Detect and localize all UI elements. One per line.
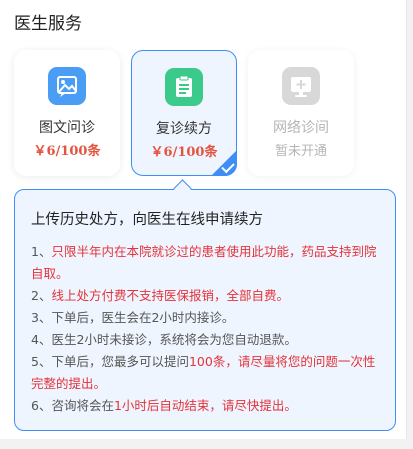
service-label: 复诊续方 — [156, 121, 212, 137]
info-item: 1、只限半年内在本院就诊过的患者使用此功能，药品支持到院自取。 — [31, 241, 379, 285]
info-item-text: 咨询将会在 — [51, 398, 114, 413]
selected-check-icon — [211, 150, 237, 176]
info-item-highlight: 1小时后自动结束，请尽快提出。 — [113, 398, 297, 413]
info-item-number: 4、 — [31, 332, 52, 347]
scrollbar-track — [406, 0, 413, 449]
video-room-icon — [282, 67, 320, 105]
info-item: 5、下单后，您最多可以提问100条，请尽量将您的问题一次性完整的提出。 — [31, 351, 379, 395]
service-info-panel: 上传历史处方，向医生在线申请续方 1、只限半年内在本院就诊过的患者使用此功能，药… — [14, 189, 396, 431]
info-item: 3、下单后，医生会在2小时内接诊。 — [31, 307, 379, 329]
service-price: ￥6/100条 — [33, 144, 101, 159]
info-item-highlight: 只限半年内在本院就诊过的患者使用此功能，药品支持到院自取。 — [31, 244, 377, 281]
info-item-number: 6、 — [31, 398, 52, 413]
service-card-online-clinic: 网络诊间 暂未开通 — [248, 50, 354, 176]
info-title: 上传历史处方，向医生在线申请续方 — [31, 212, 263, 228]
info-item-highlight: 线上处方付费不支持医保报销，全部自费。 — [51, 288, 289, 303]
image-chat-icon — [48, 67, 86, 105]
info-item-number: 3、 — [31, 310, 52, 325]
service-status: 暂未开通 — [274, 144, 327, 159]
info-item-number: 5、 — [31, 354, 52, 369]
info-item: 6、咨询将会在1小时后自动结束，请尽快提出。 — [31, 395, 379, 417]
service-card-prescription-renewal[interactable]: 复诊续方 ￥6/100条 — [131, 50, 237, 176]
info-item-number: 2、 — [31, 288, 52, 303]
info-list: 1、只限半年内在本院就诊过的患者使用此功能，药品支持到院自取。 2、线上处方付费不… — [31, 241, 379, 417]
info-item: 2、线上处方付费不支持医保报销，全部自费。 — [31, 285, 379, 307]
service-label: 网络诊间 — [273, 120, 329, 136]
info-item: 4、医生2小时未接诊，系统将会为您自动退款。 — [31, 329, 379, 351]
info-item-number: 1、 — [31, 244, 52, 259]
service-card-image-consult[interactable]: 图文问诊 ￥6/100条 — [14, 50, 120, 176]
bottom-divider — [0, 439, 413, 449]
service-label: 图文问诊 — [39, 120, 95, 136]
section-title: 医生服务 — [14, 14, 82, 34]
info-item-text: 下单后，医生会在2小时内接诊。 — [51, 310, 235, 325]
info-item-text: 医生2小时未接诊，系统将会为您自动退款。 — [51, 332, 297, 347]
prescription-icon — [165, 68, 203, 106]
info-item-text: 下单后，您最多可以提问 — [51, 354, 189, 369]
